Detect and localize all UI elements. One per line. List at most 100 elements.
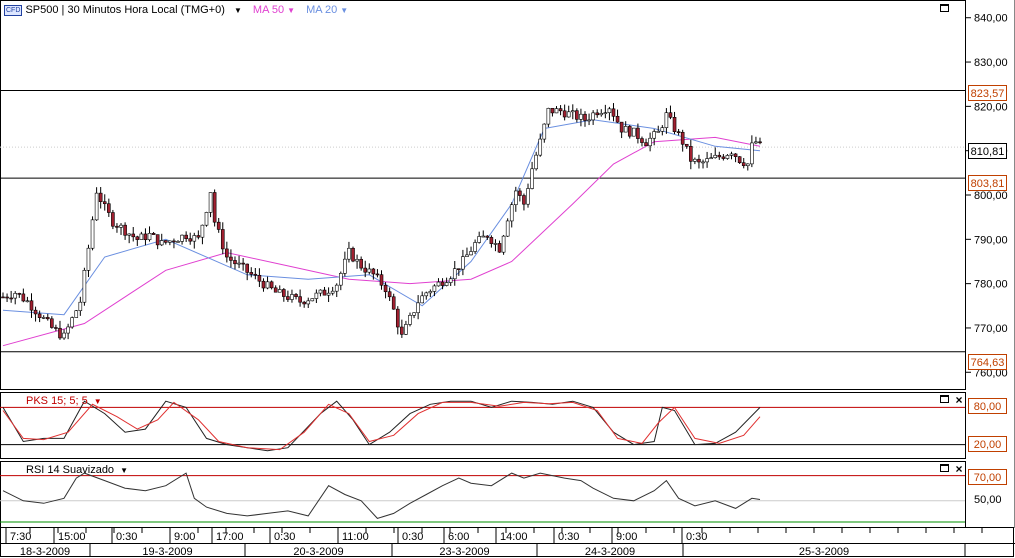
candle-body xyxy=(583,113,587,121)
last-price-box: 810,81 xyxy=(968,143,1007,159)
date-label: 18-3-2009 xyxy=(20,546,70,558)
candle-body xyxy=(290,294,294,300)
candle-body xyxy=(400,326,404,335)
candle-body xyxy=(62,332,66,339)
candle-body xyxy=(656,131,661,133)
candle-body xyxy=(469,251,473,256)
candle-body xyxy=(461,256,465,270)
hour-label: 6:00 xyxy=(448,531,469,543)
candle-body xyxy=(436,281,441,287)
rsi-maximize-icon[interactable] xyxy=(940,464,949,472)
pks-header[interactable]: PKS 15; 5; 5 ▼ xyxy=(26,394,102,409)
pks-upper-box: 80,00 xyxy=(968,398,1007,414)
candle-body xyxy=(481,235,486,238)
hour-label: 0:30 xyxy=(274,531,295,543)
pks-maximize-icon[interactable] xyxy=(940,395,949,403)
candle-body xyxy=(550,107,555,114)
candle-body xyxy=(542,123,547,140)
candle-body xyxy=(131,233,136,238)
y-tick-label: 780,00 xyxy=(974,279,1008,291)
candle-body xyxy=(705,158,709,163)
candle-body xyxy=(314,292,319,299)
date-label: 19-3-2009 xyxy=(142,546,192,558)
pks-dropdown-icon[interactable]: ▼ xyxy=(94,397,102,406)
candle-body xyxy=(123,224,127,236)
candle-body xyxy=(107,203,111,213)
candle-body xyxy=(570,110,575,113)
rsi-header[interactable]: RSI 14 Suavizado ▼ xyxy=(26,463,128,478)
hour-label: 15:00 xyxy=(58,531,86,543)
candle-body xyxy=(192,235,197,242)
candle-body xyxy=(489,237,494,244)
candle-body xyxy=(566,111,571,118)
candle-body xyxy=(204,212,209,226)
candle-body xyxy=(497,243,502,253)
candle-body xyxy=(119,224,123,228)
candle-body xyxy=(644,142,648,147)
hour-label: 7:30 xyxy=(10,531,31,543)
candle-body xyxy=(554,108,559,114)
candle-body xyxy=(90,219,95,249)
instrument-header[interactable]: CFD SP500 | 30 Minutos Hora Local (TMG+0… xyxy=(4,3,348,18)
candle-body xyxy=(33,309,38,315)
candle-body xyxy=(676,131,681,133)
candle-body xyxy=(115,225,119,228)
candle-body xyxy=(501,235,506,253)
candle-body xyxy=(355,258,359,262)
candle-body xyxy=(143,233,148,241)
main-maximize-icon[interactable] xyxy=(940,4,949,12)
candle-body xyxy=(82,270,87,303)
y-tick-label: 770,00 xyxy=(974,323,1008,335)
ma50-dropdown-icon[interactable]: ▼ xyxy=(287,6,295,15)
candle-body xyxy=(367,268,372,273)
rsi-mid-label: 50,00 xyxy=(974,494,1002,506)
candle-body xyxy=(575,110,579,120)
candle-body xyxy=(347,247,351,260)
candle-body xyxy=(701,161,705,164)
candle-body xyxy=(729,153,734,156)
ma20-dropdown-icon[interactable]: ▼ xyxy=(340,6,348,15)
candle-body xyxy=(220,229,225,250)
pks-close-icon[interactable]: × xyxy=(954,394,964,406)
candle-body xyxy=(371,268,376,275)
candle-body xyxy=(717,154,722,158)
candle-body xyxy=(269,281,274,289)
candle-body xyxy=(579,113,583,120)
candle-body xyxy=(391,296,396,310)
candle-body xyxy=(261,280,266,289)
candle-body xyxy=(184,234,188,239)
candle-body xyxy=(111,212,115,227)
candle-body xyxy=(709,157,713,160)
candle-body xyxy=(514,190,518,206)
candle-body xyxy=(94,192,99,221)
candle-body xyxy=(302,301,306,305)
instrument-dropdown-icon[interactable]: ▼ xyxy=(234,6,242,15)
candle-body xyxy=(330,290,335,294)
rsi-close-icon[interactable]: × xyxy=(954,463,964,475)
candle-body xyxy=(318,289,323,294)
ma50-label[interactable]: MA 50 xyxy=(253,4,284,16)
candle-body xyxy=(477,236,481,243)
candle-body xyxy=(725,155,730,159)
candle-body xyxy=(188,238,193,242)
candle-body xyxy=(387,291,392,298)
candle-body xyxy=(672,117,677,132)
candle-body xyxy=(102,201,107,205)
candle-body xyxy=(86,247,91,271)
candle-body xyxy=(599,113,604,116)
ma20-label[interactable]: MA 20 xyxy=(306,4,337,16)
candle-body xyxy=(363,267,368,273)
rsi-dropdown-icon[interactable]: ▼ xyxy=(120,466,128,475)
candle-body xyxy=(237,262,241,265)
candle-body xyxy=(530,168,534,189)
resistance-price-box: 823,57 xyxy=(968,85,1007,101)
candle-body xyxy=(58,327,62,339)
hour-label: 11:00 xyxy=(342,531,369,543)
hour-label: 9:00 xyxy=(174,531,195,543)
candle-body xyxy=(306,300,311,305)
candle-body xyxy=(713,154,718,159)
candle-body xyxy=(444,282,449,286)
candle-body xyxy=(684,143,689,147)
y-tick-label: 820,00 xyxy=(974,101,1008,113)
candle-body xyxy=(245,263,249,273)
